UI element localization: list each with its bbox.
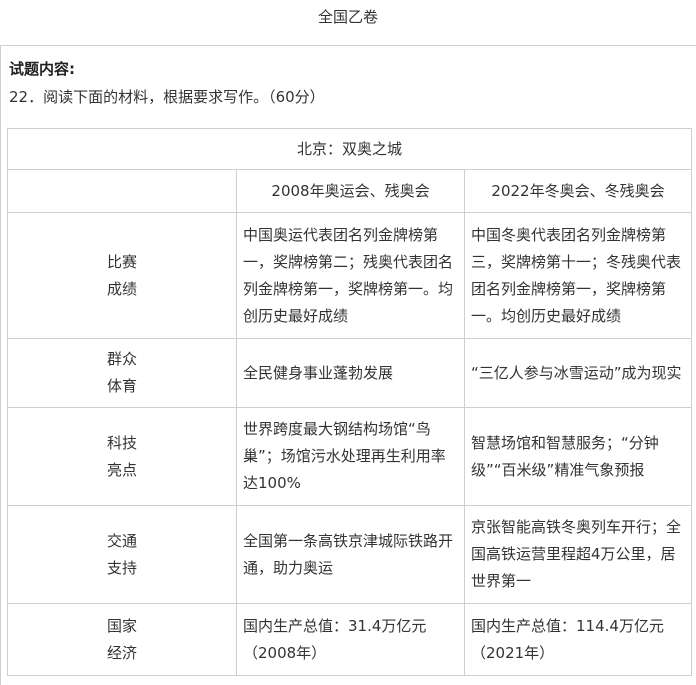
cell-2008: 国内生产总值：31.4万亿元（2008年）	[236, 603, 465, 676]
cell-2022: “三亿人参与冰雪运动”成为现实	[463, 338, 693, 408]
header-2022: 2022年冬奥会、冬残奥会	[463, 169, 693, 213]
row-label-line: 亮点	[106, 460, 137, 479]
row-label-line: 经济	[106, 643, 137, 662]
table-row: 交通 支持 全国第一条高铁京津城际铁路开通，助力奥运 京张智能高铁冬奥列车开行；…	[7, 505, 693, 604]
cell-2008: 中国奥运代表团名列金牌榜第一，奖牌榜第二；残奥代表团名列金牌榜第一，奖牌榜第一。…	[236, 212, 465, 339]
question-prompt: 22．阅读下面的材料，根据要求写作。（60分）	[9, 88, 325, 106]
cell-2022: 智慧场馆和智慧服务；“分钟级”“百米级”精准气象预报	[463, 407, 693, 506]
header-2008: 2008年奥运会、残奥会	[236, 169, 465, 213]
table-row: 科技 亮点 世界跨度最大钢结构场馆“鸟巢”；场馆污水处理再生利用率达100% 智…	[7, 407, 693, 506]
table-row: 群众 体育 全民健身事业蓬勃发展 “三亿人参与冰雪运动”成为现实	[7, 338, 693, 408]
page: 全国乙卷 试题内容: 22．阅读下面的材料，根据要求写作。（60分） 北京：双奥…	[0, 0, 696, 685]
table-header-row: 2008年奥运会、残奥会 2022年冬奥会、冬残奥会	[7, 169, 693, 213]
row-label-line: 国家	[106, 616, 137, 635]
table-caption: 北京：双奥之城	[6, 128, 693, 170]
cell-2008: 全民健身事业蓬勃发展	[236, 338, 465, 408]
question-heading: 试题内容:	[9, 60, 75, 78]
material-table: 北京：双奥之城 2008年奥运会、残奥会 2022年冬奥会、冬残奥会 比赛 成绩…	[6, 128, 693, 676]
question-panel: 试题内容: 22．阅读下面的材料，根据要求写作。（60分） 北京：双奥之城 20…	[0, 45, 696, 685]
row-label: 科技 亮点	[7, 407, 237, 506]
table-row: 国家 经济 国内生产总值：31.4万亿元（2008年） 国内生产总值：114.4…	[7, 603, 693, 676]
cell-2008: 世界跨度最大钢结构场馆“鸟巢”；场馆污水处理再生利用率达100%	[236, 407, 465, 506]
row-label: 群众 体育	[7, 338, 237, 408]
row-label-line: 体育	[106, 377, 137, 395]
row-label-line: 成绩	[106, 279, 137, 298]
table-row: 比赛 成绩 中国奥运代表团名列金牌榜第一，奖牌榜第二；残奥代表团名列金牌榜第一，…	[7, 212, 693, 339]
cell-2022: 京张智能高铁冬奥列车开行；全国高铁运营里程超4万公里，居世界第一	[463, 505, 693, 604]
row-label: 比赛 成绩	[7, 212, 237, 339]
row-label: 交通 支持	[7, 505, 237, 604]
row-label-line: 比赛	[106, 252, 137, 271]
cell-2022: 中国冬奥代表团名列金牌榜第三，奖牌榜第十一；冬残奥代表团名列金牌榜第一，奖牌榜第…	[463, 212, 693, 339]
table-caption-row: 北京：双奥之城	[6, 128, 693, 170]
row-label-line: 群众	[106, 350, 137, 368]
row-label: 国家 经济	[7, 603, 237, 676]
row-label-line: 科技	[106, 433, 137, 452]
cell-2008: 全国第一条高铁京津城际铁路开通，助力奥运	[236, 505, 465, 604]
header-empty	[7, 169, 237, 213]
cell-2022: 国内生产总值：114.4万亿元（2021年）	[463, 603, 693, 676]
row-label-line: 支持	[106, 558, 137, 577]
row-label-line: 交通	[106, 531, 137, 550]
page-title: 全国乙卷	[317, 8, 378, 26]
